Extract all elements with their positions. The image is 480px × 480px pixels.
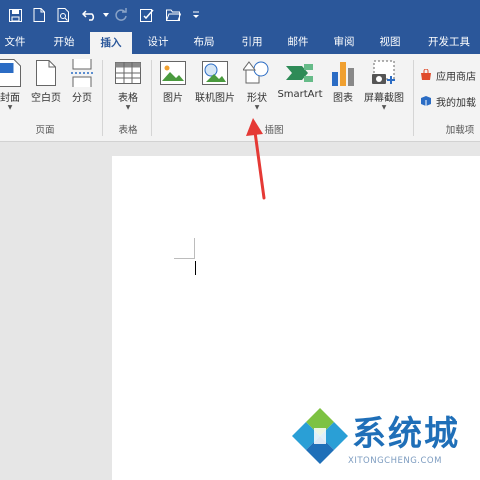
store-button[interactable]: 应用商店 bbox=[420, 66, 476, 84]
new-document-icon[interactable] bbox=[30, 6, 48, 24]
annotation-arrow-icon bbox=[244, 118, 274, 204]
my-addins-button[interactable]: 我的加载 bbox=[420, 92, 476, 110]
tab-developer[interactable]: 开发工具 bbox=[418, 30, 480, 54]
text-cursor bbox=[195, 261, 196, 275]
page-break-button[interactable]: 分页 bbox=[66, 58, 98, 120]
pictures-button[interactable]: 图片 bbox=[156, 58, 190, 120]
watermark-url: XITONGCHENG.COM bbox=[348, 456, 442, 466]
chart-icon bbox=[328, 58, 358, 88]
screenshot-button[interactable]: 屏幕截图 ▼ bbox=[358, 58, 410, 120]
tab-view[interactable]: 视图 bbox=[370, 30, 410, 54]
online-pictures-label: 联机图片 bbox=[195, 93, 235, 104]
edit-form-icon[interactable] bbox=[138, 6, 156, 24]
shapes-icon bbox=[242, 58, 272, 88]
chevron-down-icon: ▼ bbox=[254, 104, 260, 111]
ribbon-tabs: 文件 开始 插入 设计 布局 引用 邮件 审阅 视图 开发工具 bbox=[0, 30, 480, 54]
screenshot-label: 屏幕截图 bbox=[364, 93, 404, 104]
online-pictures-button[interactable]: 联机图片 bbox=[192, 58, 238, 120]
picture-icon bbox=[158, 58, 188, 88]
chart-button[interactable]: 图表 bbox=[328, 58, 358, 120]
chevron-down-icon: ▼ bbox=[7, 104, 13, 111]
tab-insert[interactable]: 插入 bbox=[90, 32, 132, 54]
margin-corner-mark bbox=[194, 238, 195, 259]
table-icon bbox=[113, 58, 143, 88]
group-separator bbox=[151, 60, 152, 136]
smartart-label: SmartArt bbox=[277, 89, 323, 100]
tab-layout[interactable]: 布局 bbox=[184, 30, 224, 54]
cover-page-label: 封面 bbox=[0, 93, 20, 104]
blank-page-icon bbox=[31, 58, 61, 88]
smartart-icon bbox=[285, 58, 315, 88]
tab-file[interactable]: 文件 bbox=[0, 30, 34, 54]
print-preview-icon[interactable] bbox=[54, 6, 72, 24]
store-label: 应用商店 bbox=[436, 71, 476, 83]
tab-design[interactable]: 设计 bbox=[138, 30, 178, 54]
open-folder-icon[interactable] bbox=[164, 6, 182, 24]
page-break-label: 分页 bbox=[72, 93, 92, 104]
tables-group-label: 表格 bbox=[118, 125, 138, 136]
tab-mailings[interactable]: 邮件 bbox=[278, 30, 318, 54]
page-break-icon bbox=[67, 58, 97, 88]
watermark-logo-icon bbox=[292, 408, 348, 464]
online-picture-icon bbox=[200, 58, 230, 88]
blank-page-button[interactable]: 空白页 bbox=[28, 58, 64, 120]
customize-toolbar-icon[interactable] bbox=[190, 6, 202, 24]
quick-access-toolbar bbox=[0, 0, 480, 30]
screenshot-icon bbox=[369, 58, 399, 88]
addins-group-label: 加载项 bbox=[445, 125, 475, 136]
undo-dropdown-icon[interactable] bbox=[102, 6, 110, 24]
my-addins-icon bbox=[421, 96, 431, 106]
undo-icon[interactable] bbox=[80, 6, 100, 24]
watermark-brand: 系统城 bbox=[352, 414, 460, 454]
tab-review[interactable]: 审阅 bbox=[324, 30, 364, 54]
tab-references[interactable]: 引用 bbox=[232, 30, 272, 54]
save-icon[interactable] bbox=[6, 6, 24, 24]
chart-label: 图表 bbox=[333, 93, 353, 104]
group-separator bbox=[102, 60, 103, 136]
table-button[interactable]: 表格 ▼ bbox=[110, 58, 146, 120]
cover-page-button[interactable]: 封面 ▼ bbox=[0, 58, 28, 120]
table-label: 表格 bbox=[118, 93, 138, 104]
my-addins-label: 我的加载 bbox=[436, 97, 476, 109]
tab-home[interactable]: 开始 bbox=[44, 30, 84, 54]
shapes-label: 形状 bbox=[247, 93, 267, 104]
cover-page-icon bbox=[0, 58, 25, 88]
ribbon-insert: 封面 ▼ 空白页 分页 页面 表格 ▼ 表格 图片 联机图片 形状 ▼ Smar… bbox=[0, 54, 480, 142]
redo-icon[interactable] bbox=[112, 6, 130, 24]
chevron-down-icon: ▼ bbox=[125, 104, 131, 111]
blank-page-label: 空白页 bbox=[31, 93, 61, 104]
margin-corner-mark bbox=[174, 258, 194, 259]
chevron-down-icon: ▼ bbox=[381, 104, 387, 111]
store-icon bbox=[421, 69, 431, 80]
shapes-button[interactable]: 形状 ▼ bbox=[240, 58, 274, 120]
pages-group-label: 页面 bbox=[35, 125, 55, 136]
pictures-label: 图片 bbox=[163, 93, 183, 104]
group-separator bbox=[413, 60, 414, 136]
smartart-button[interactable]: SmartArt bbox=[274, 58, 326, 120]
watermark: 系统城 XITONGCHENG.COM bbox=[290, 402, 480, 480]
